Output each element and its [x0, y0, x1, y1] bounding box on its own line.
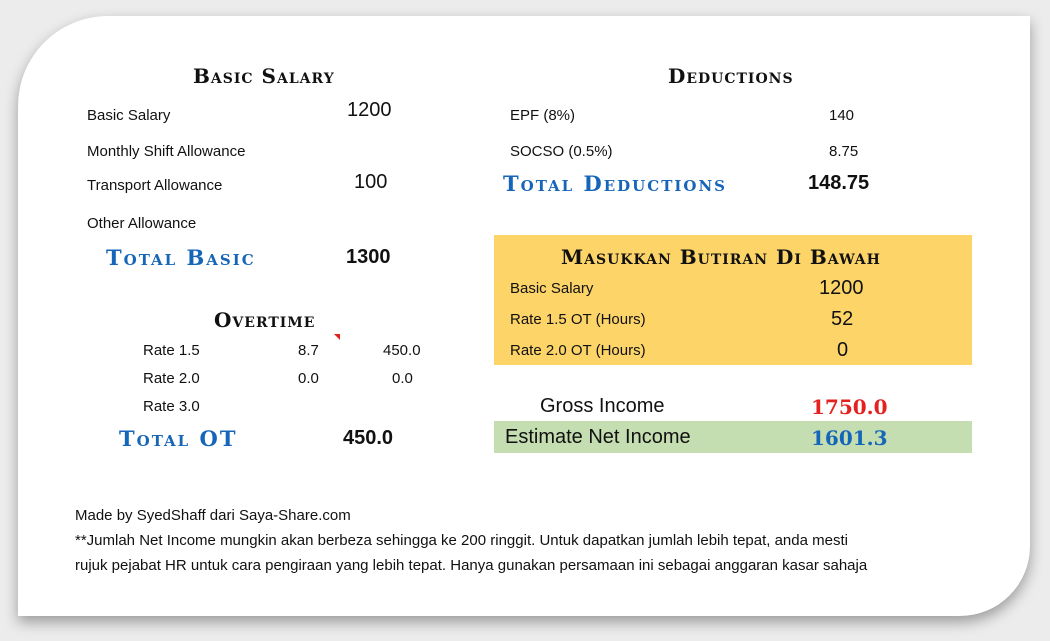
disclaimer-line-2: rujuk pejabat HR untuk cara pengiraan ya… [75, 557, 868, 574]
socso-value: 8.75 [829, 143, 859, 160]
input-rate-20-value[interactable]: 0 [837, 339, 848, 362]
basic-salary-label: Basic Salary [87, 107, 171, 124]
rate-15-label: Rate 1.5 [143, 342, 200, 359]
net-income-label: Estimate Net Income [505, 426, 691, 448]
credit-text: Made by SyedShaff dari Saya-Share.com [75, 507, 351, 524]
deductions-heading: Deductions [668, 64, 794, 88]
rate-15-amount: 450.0 [383, 342, 421, 359]
input-basic-salary-value[interactable]: 1200 [819, 277, 864, 300]
rate-15-hours: 8.7 [298, 342, 319, 359]
rate-30-label: Rate 3.0 [143, 398, 200, 415]
cell-comment-marker[interactable] [334, 334, 340, 340]
total-deductions-value: 148.75 [808, 172, 870, 194]
gross-income-value: 1750.0 [811, 395, 888, 419]
socso-label: SOCSO (0.5%) [510, 143, 613, 160]
basic-salary-value: 1200 [347, 99, 392, 121]
shift-allowance-label: Monthly Shift Allowance [87, 143, 246, 160]
total-basic-value: 1300 [346, 246, 391, 268]
total-ot-label: Total OT [119, 426, 238, 451]
gross-income-label: Gross Income [540, 395, 665, 417]
input-rate-15-label: Rate 1.5 OT (Hours) [510, 311, 646, 328]
rate-20-hours: 0.0 [298, 370, 319, 387]
rate-20-label: Rate 2.0 [143, 370, 200, 387]
overtime-heading: Overtime [214, 308, 316, 332]
epf-label: EPF (8%) [510, 107, 576, 124]
total-ot-value: 450.0 [343, 427, 394, 449]
epf-value: 140 [829, 107, 855, 124]
transport-allowance-label: Transport Allowance [87, 177, 223, 194]
transport-allowance-value: 100 [354, 171, 388, 193]
input-basic-salary-label: Basic Salary [510, 280, 594, 297]
net-income-value: 1601.3 [811, 426, 888, 450]
total-basic-label: Total Basic [106, 245, 256, 270]
input-rate-15-value[interactable]: 52 [831, 308, 853, 331]
other-allowance-label: Other Allowance [87, 215, 197, 232]
rate-20-amount: 0.0 [392, 370, 413, 387]
input-rate-20-label: Rate 2.0 OT (Hours) [510, 342, 646, 359]
input-panel-heading: Masukkan Butiran Di Bawah [561, 245, 881, 269]
basic-salary-heading: Basic Salary [193, 64, 335, 88]
disclaimer-line-1: **Jumlah Net Income mungkin akan berbeza… [75, 532, 848, 549]
total-deductions-label: Total Deductions [503, 171, 727, 196]
